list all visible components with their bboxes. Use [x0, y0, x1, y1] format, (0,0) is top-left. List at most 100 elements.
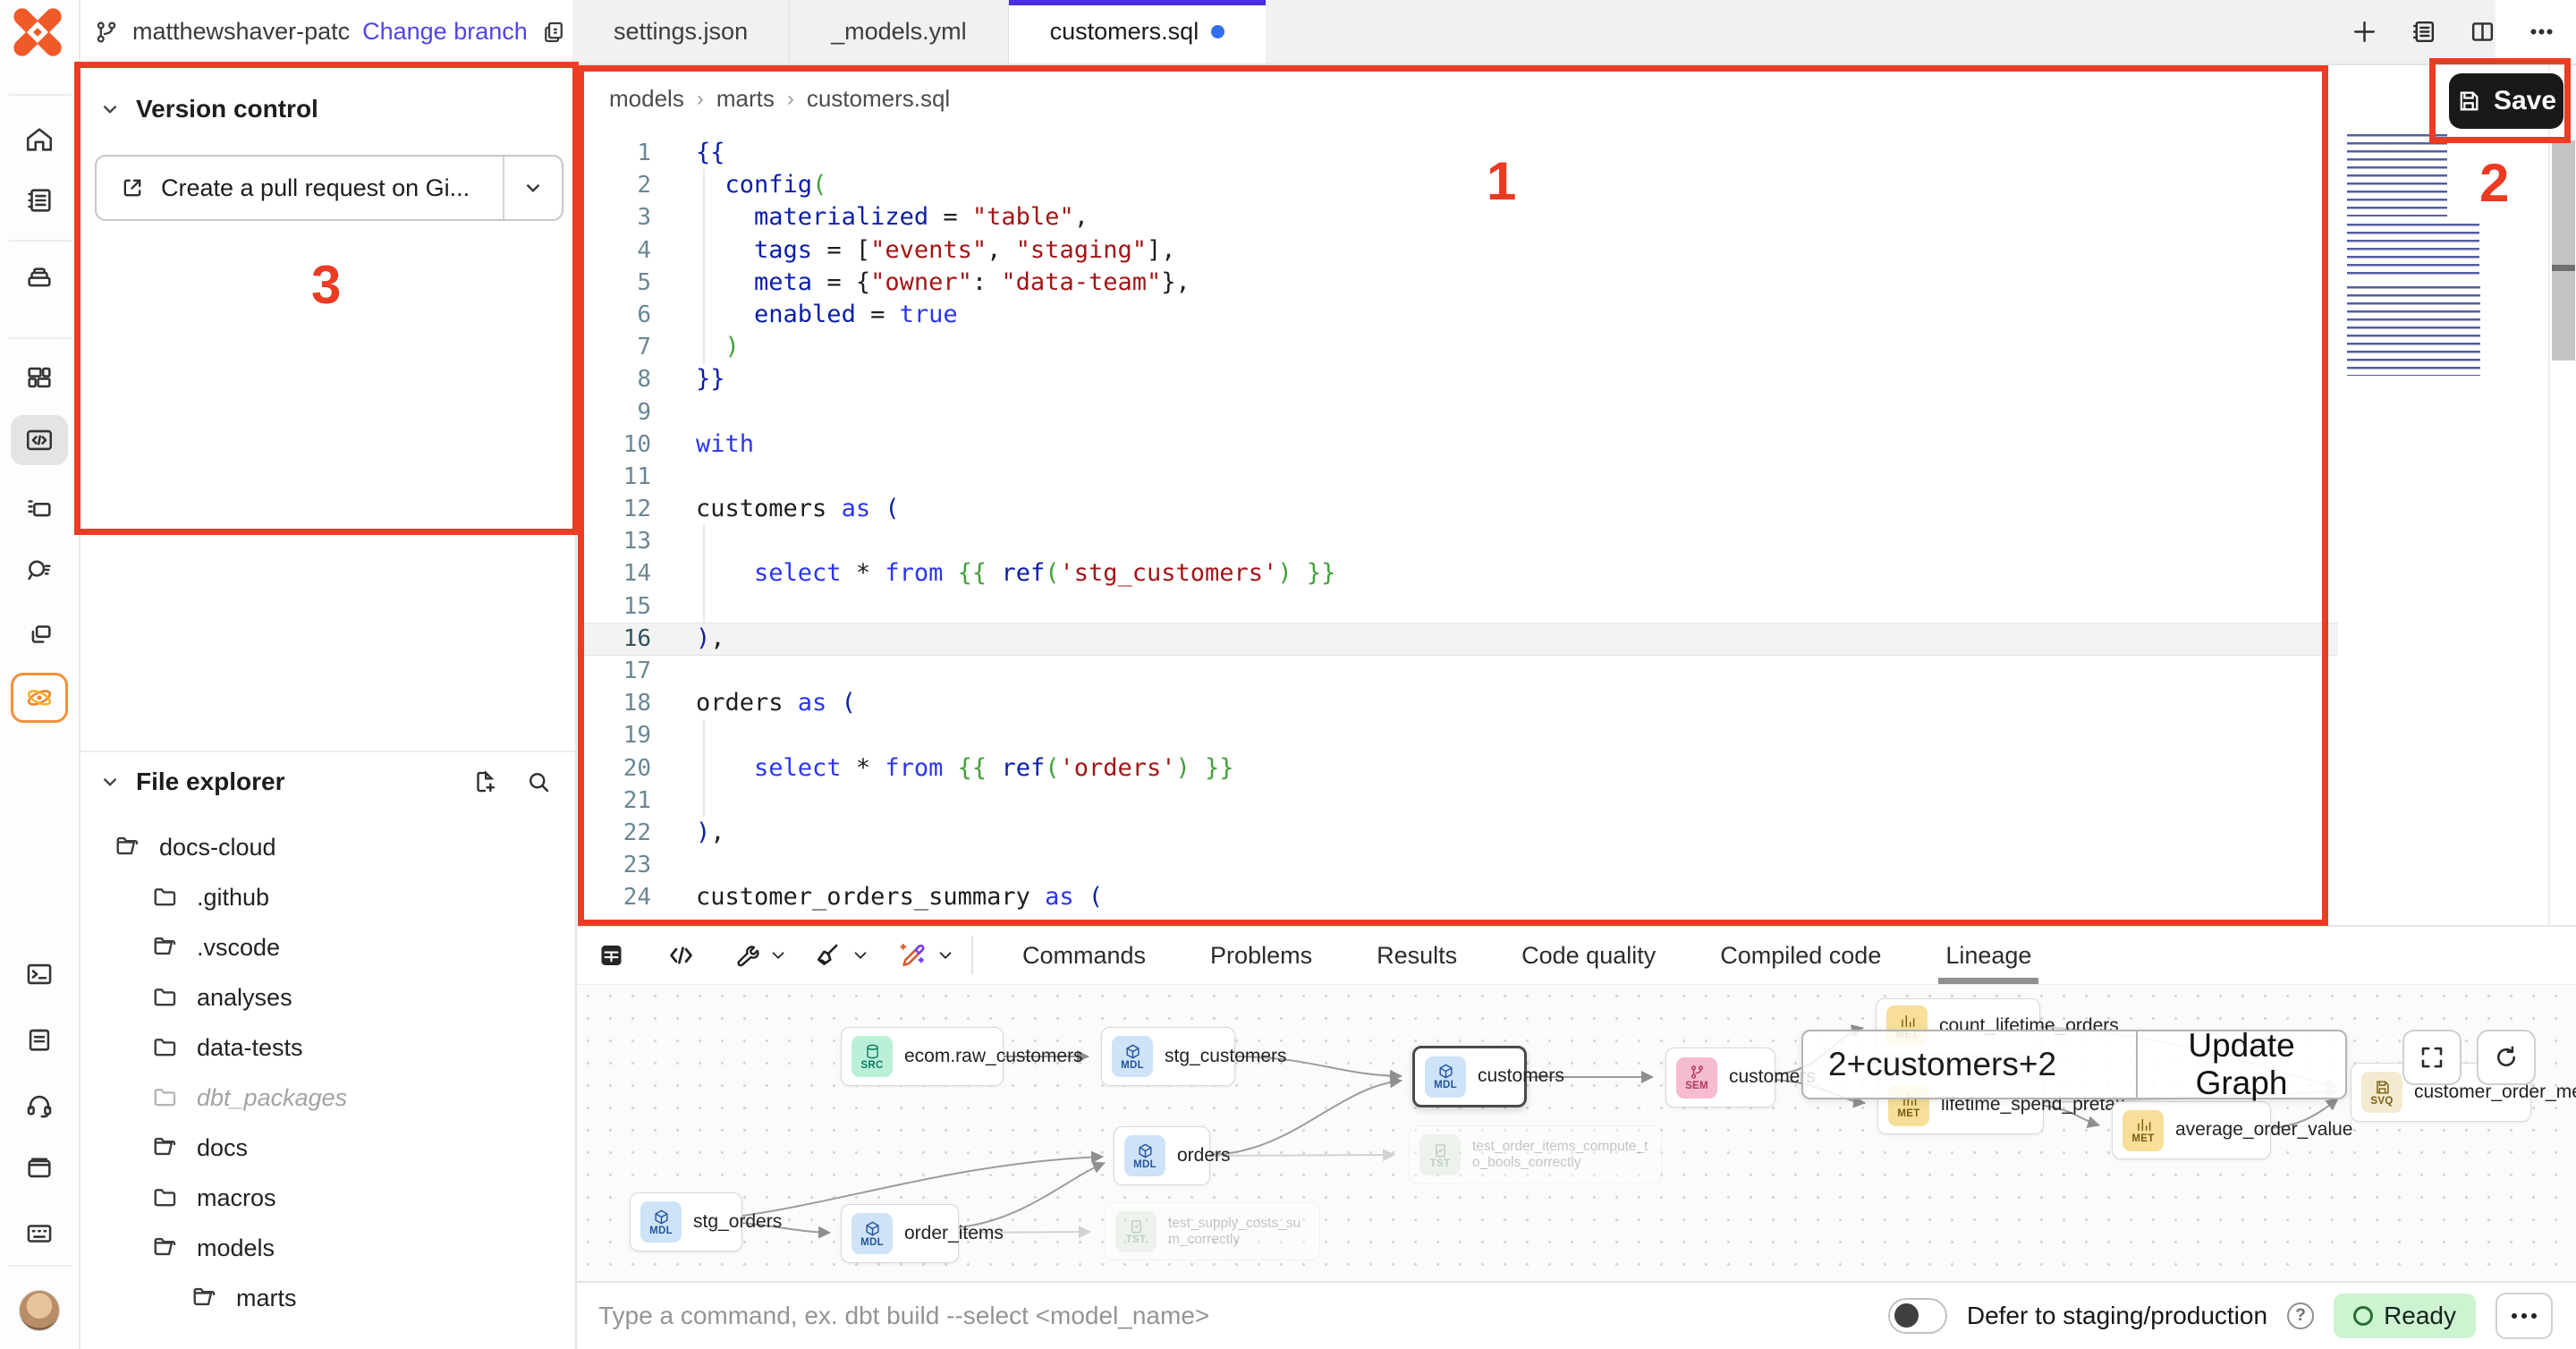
chevron-right-icon: › [697, 87, 704, 112]
lineage-selector: Update Graph [1801, 1030, 2347, 1099]
wallet-icon[interactable] [11, 1142, 68, 1192]
dbt-logo-icon[interactable] [9, 5, 66, 59]
file-explorer-header[interactable]: File explorer [80, 752, 575, 811]
status-badge: Ready [2334, 1294, 2476, 1338]
clipboard-icon[interactable] [11, 1014, 68, 1065]
model-badge: MDL [1112, 1036, 1153, 1077]
branch-name: matthewshaver-patc [132, 18, 350, 46]
more-options-icon[interactable] [2522, 13, 2560, 51]
pr-button-dropdown[interactable] [503, 157, 562, 219]
tab-problems[interactable]: Problems [1207, 927, 1316, 984]
defer-label: Defer to staging/production [1967, 1302, 2267, 1330]
folder-icon [152, 1184, 179, 1211]
lineage-node-test-order-items[interactable]: TST test_order_items_compute_to_bools_co… [1409, 1125, 1662, 1184]
lineage-node-ecom-raw-customers[interactable]: SRC ecom.raw_customers [841, 1027, 1004, 1086]
more-actions-button[interactable] [2496, 1293, 2553, 1339]
tab-models-yml[interactable]: _models.yml [790, 0, 1009, 64]
lineage-canvas[interactable]: SRC ecom.raw_customers MDL stg_customers… [577, 984, 2576, 1281]
external-link-icon [120, 175, 145, 200]
home-icon[interactable] [11, 115, 68, 165]
chevron-down-icon[interactable] [936, 946, 955, 965]
command-bar: Defer to staging/production ? Ready [577, 1281, 2576, 1349]
notebook-icon[interactable] [11, 175, 68, 225]
lineage-node-orders[interactable]: MDL orders [1114, 1126, 1210, 1185]
copilot-magic-pen-icon[interactable] [897, 941, 927, 971]
lineage-node-stg-customers[interactable]: MDL stg_customers [1101, 1027, 1235, 1086]
canvas-frame-icon[interactable] [11, 484, 68, 534]
headset-icon[interactable] [11, 1081, 68, 1131]
split-pane-icon[interactable] [2463, 13, 2501, 51]
help-icon[interactable]: ? [2287, 1302, 2314, 1329]
save-button[interactable]: Save [2449, 73, 2563, 129]
dashboard-icon[interactable] [11, 352, 68, 403]
tab-settings-json[interactable]: settings.json [572, 0, 790, 64]
windows-icon[interactable] [11, 609, 68, 659]
search-icon[interactable] [525, 768, 552, 795]
editor-minimap[interactable] [2342, 134, 2480, 378]
metric-badge: MET [2123, 1110, 2164, 1151]
preview-table-icon[interactable] [597, 941, 626, 971]
folder-icon [152, 984, 179, 1011]
defer-toggle[interactable] [1888, 1298, 1947, 1334]
tab-customers-sql[interactable]: customers.sql [1009, 0, 1267, 64]
tab-code-quality[interactable]: Code quality [1518, 927, 1659, 984]
new-tab-icon[interactable] [2345, 13, 2383, 51]
copy-icon[interactable] [540, 19, 567, 46]
terminal-icon[interactable] [11, 949, 68, 999]
format-broom-icon[interactable] [813, 941, 843, 971]
lineage-node-order-items[interactable]: MDL order_items [841, 1204, 959, 1263]
user-avatar[interactable] [11, 1285, 68, 1336]
minimap-block [2347, 224, 2479, 279]
lineage-selector-input[interactable] [1803, 1031, 2136, 1098]
tab-commands[interactable]: Commands [1019, 927, 1149, 984]
left-panel: Version control Create a pull request on… [80, 65, 577, 1349]
tree-item-analyses[interactable]: analyses [80, 972, 575, 1022]
minimap-block [2347, 286, 2480, 376]
version-control-header[interactable]: Version control [80, 80, 575, 139]
scrollbar-thumb[interactable] [2552, 140, 2575, 361]
create-pull-request-button[interactable]: Create a pull request on Gi... [95, 155, 564, 221]
floppy-disk-icon [2456, 89, 2481, 114]
code-editor[interactable]: models› marts› customers.sql 1{{2 config… [577, 65, 2576, 925]
lineage-node-test-supply-costs[interactable]: TST test_supply_costs_sum_correctly [1105, 1202, 1320, 1260]
tree-item-macros[interactable]: macros [80, 1173, 575, 1223]
chevron-down-icon[interactable] [768, 946, 788, 965]
tree-item-docs[interactable]: docs [80, 1123, 575, 1173]
fullscreen-button[interactable] [2402, 1030, 2462, 1085]
update-graph-button[interactable]: Update Graph [2138, 1027, 2345, 1102]
tab-results[interactable]: Results [1373, 927, 1461, 984]
tab-compiled-code[interactable]: Compiled code [1716, 927, 1885, 984]
lineage-node-customers-model[interactable]: MDL customers [1412, 1046, 1527, 1107]
refresh-button[interactable] [2477, 1030, 2536, 1085]
new-file-icon[interactable] [471, 768, 498, 795]
tab-lineage[interactable]: Lineage [1942, 927, 2035, 984]
tree-item-dbt-packages[interactable]: dbt_packages [80, 1073, 575, 1123]
change-branch-link[interactable]: Change branch [362, 18, 528, 46]
tree-item-vscode[interactable]: .vscode [80, 922, 575, 972]
model-badge: MDL [640, 1201, 682, 1243]
tree-item-marts[interactable]: marts [80, 1273, 575, 1323]
code-lines[interactable]: 1{{2 config(3 materialized = "table",4 t… [577, 137, 1335, 914]
copilot-atom-icon[interactable] [11, 673, 68, 723]
file-explorer: File explorer docs-cloud .github .vscode… [80, 751, 575, 1323]
lineage-node-customers-semantic[interactable]: SEM customers [1665, 1048, 1775, 1107]
tree-item-docs-cloud[interactable]: docs-cloud [80, 822, 575, 872]
branch-widget: matthewshaver-patc Change branch [93, 0, 567, 64]
unsaved-dot [1211, 25, 1224, 38]
compile-code-icon[interactable] [666, 941, 696, 971]
keypad-icon[interactable] [11, 1209, 68, 1259]
command-input[interactable] [577, 1302, 1888, 1330]
tree-item-data-tests[interactable]: data-tests [80, 1022, 575, 1073]
chevron-down-icon[interactable] [851, 946, 870, 965]
tree-item-github[interactable]: .github [80, 872, 575, 922]
tree-item-models[interactable]: models [80, 1223, 575, 1273]
lineage-node-average-order-value[interactable]: MET average_order_value [2112, 1101, 2271, 1159]
build-wrench-icon[interactable] [731, 941, 760, 971]
changelog-icon[interactable] [2404, 13, 2442, 51]
folder-icon [152, 884, 179, 911]
scrollbar-track-divider [2548, 65, 2550, 925]
query-explorer-icon[interactable] [11, 545, 68, 595]
lineage-node-stg-orders[interactable]: MDL stg_orders [630, 1192, 742, 1251]
layers-icon[interactable] [11, 254, 68, 304]
code-editor-icon[interactable] [11, 415, 68, 465]
